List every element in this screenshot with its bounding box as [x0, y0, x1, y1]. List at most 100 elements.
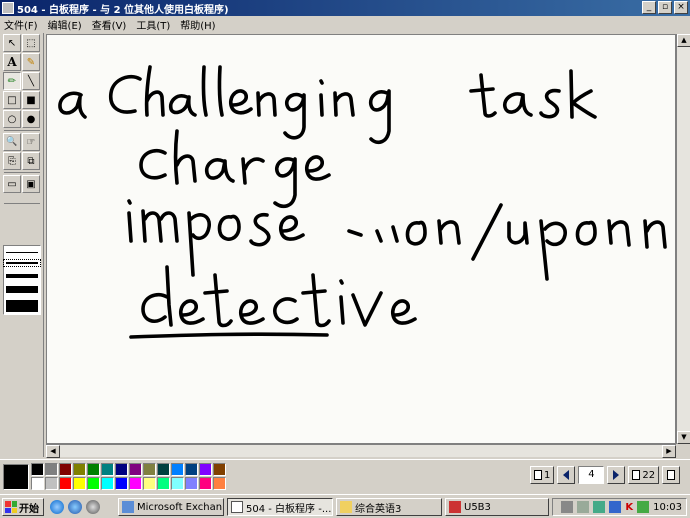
new-page-icon [667, 470, 676, 480]
palette-swatch[interactable] [129, 477, 142, 490]
palette-swatch[interactable] [185, 477, 198, 490]
palette-swatch[interactable] [59, 463, 72, 476]
palette-swatch[interactable] [171, 463, 184, 476]
select-arrow-tool[interactable]: ↖ [3, 34, 21, 52]
exchange-icon [122, 501, 134, 513]
taskbar-item-u5b3[interactable]: U5B3 [445, 498, 549, 516]
highlighter-tool[interactable]: ✎ [22, 53, 40, 71]
palette-swatch[interactable] [199, 463, 212, 476]
palette-swatch[interactable] [157, 477, 170, 490]
toolbox: ↖ ⬚ A ✎ ✏ ╲ □ ■ ○ ● 🔍 ☞ ⎘ ⧉ ▭ ▣ [0, 33, 44, 457]
volume-icon[interactable] [593, 501, 606, 513]
palette-swatch[interactable] [73, 463, 86, 476]
title-bar: 504 - 白板程序 - 与 2 位其他人使用白板程序) _ ▫ × [0, 0, 690, 16]
palette-swatch[interactable] [31, 463, 44, 476]
whiteboard-app-icon [2, 2, 14, 14]
line-width-thick[interactable] [6, 274, 38, 278]
palette-swatch[interactable] [45, 477, 58, 490]
line-width-medium[interactable] [3, 259, 41, 267]
keyboard-icon[interactable] [561, 501, 574, 513]
taskbar: 开始 Microsoft Exchan... 504 - 白板程序 -... 综… [0, 494, 690, 518]
select-window-tool[interactable]: ▭ [3, 175, 21, 193]
palette-swatch[interactable] [45, 463, 58, 476]
rectangle-tool[interactable]: □ [3, 91, 21, 109]
palette-swatch[interactable] [213, 477, 226, 490]
line-width-selector [3, 245, 41, 315]
select-area-tool[interactable]: ▣ [22, 175, 40, 193]
start-label: 开始 [19, 503, 39, 515]
palette-swatch[interactable] [115, 463, 128, 476]
show-desktop-icon[interactable] [50, 500, 64, 514]
insert-page-button[interactable] [662, 466, 681, 484]
remote-pointer-tool[interactable]: ☞ [22, 133, 40, 151]
menu-tools[interactable]: 工具(T) [136, 17, 170, 32]
palette-swatch[interactable] [129, 463, 142, 476]
page-navigator: 1 4 22 [530, 466, 681, 484]
palette-bar: 1 4 22 [0, 459, 690, 492]
palette-swatch[interactable] [87, 477, 100, 490]
synchronize-tool[interactable]: ⧉ [22, 152, 40, 170]
menu-view[interactable]: 查看(V) [92, 17, 127, 32]
scroll-down-button[interactable]: ▼ [677, 431, 690, 444]
current-page-field[interactable]: 4 [578, 466, 605, 484]
maximize-button[interactable]: ▫ [658, 1, 672, 14]
toolbox-divider [4, 130, 40, 131]
scroll-up-button[interactable]: ▲ [677, 34, 690, 47]
palette-swatch[interactable] [143, 463, 156, 476]
filled-ellipse-tool[interactable]: ● [22, 110, 40, 128]
palette-swatch[interactable] [31, 477, 44, 490]
last-page-button[interactable]: 22 [628, 466, 660, 484]
palette-swatch[interactable] [171, 477, 184, 490]
vertical-scrollbar[interactable]: ▲ ▼ [676, 34, 690, 444]
palette-swatch[interactable] [59, 477, 72, 490]
first-page-button[interactable]: 1 [530, 466, 555, 484]
previous-page-button[interactable] [557, 466, 576, 484]
text-tool[interactable]: A [3, 53, 21, 71]
line-width-heaviest[interactable] [6, 300, 38, 312]
zoom-tool[interactable]: 🔍 [3, 133, 21, 151]
update-icon[interactable] [637, 501, 650, 513]
palette-swatch[interactable] [185, 463, 198, 476]
arrow-left-icon [563, 470, 570, 480]
start-button[interactable]: 开始 [2, 498, 44, 516]
whiteboard-canvas[interactable] [46, 34, 676, 444]
network-icon[interactable] [577, 501, 590, 513]
horizontal-scrollbar[interactable]: ◀ ▶ [46, 444, 676, 458]
palette-swatch[interactable] [87, 463, 100, 476]
messenger-icon[interactable] [609, 501, 622, 513]
palette-swatch[interactable] [199, 477, 212, 490]
line-width-thin[interactable] [6, 252, 38, 253]
palette-swatch[interactable] [101, 463, 114, 476]
palette-swatch[interactable] [213, 463, 226, 476]
palette-swatch[interactable] [143, 477, 156, 490]
pen-tool[interactable]: ✏ [3, 72, 21, 90]
taskbar-item-whiteboard[interactable]: 504 - 白板程序 -... [227, 498, 333, 516]
palette-swatch[interactable] [115, 477, 128, 490]
scroll-right-button[interactable]: ▶ [662, 445, 676, 458]
taskbar-item-folder[interactable]: 综合英语3 [336, 498, 442, 516]
minimize-button[interactable]: _ [642, 1, 656, 14]
menu-help[interactable]: 帮助(H) [180, 17, 215, 32]
internet-explorer-icon[interactable] [68, 500, 82, 514]
palette-swatch[interactable] [101, 477, 114, 490]
line-width-heavy[interactable] [6, 286, 38, 293]
menu-file[interactable]: 文件(F) [4, 17, 38, 32]
lock-contents-tool[interactable]: ⎘ [3, 152, 21, 170]
antivirus-icon[interactable]: K [625, 502, 633, 513]
next-page-button[interactable] [607, 466, 626, 484]
scroll-left-button[interactable]: ◀ [46, 445, 60, 458]
page-icon [632, 470, 641, 480]
ellipse-tool[interactable]: ○ [3, 110, 21, 128]
arrow-right-icon [613, 470, 620, 480]
close-button[interactable]: × [674, 1, 688, 14]
menu-edit[interactable]: 编辑(E) [48, 17, 82, 32]
filled-rectangle-tool[interactable]: ■ [22, 91, 40, 109]
taskbar-item-exchange[interactable]: Microsoft Exchan... [118, 498, 224, 516]
palette-swatch[interactable] [73, 477, 86, 490]
media-player-icon[interactable] [86, 500, 100, 514]
toolbox-divider [4, 172, 40, 173]
line-tool[interactable]: ╲ [22, 72, 40, 90]
palette-swatch[interactable] [157, 463, 170, 476]
page-icon [534, 470, 542, 480]
area-select-tool[interactable]: ⬚ [22, 34, 40, 52]
